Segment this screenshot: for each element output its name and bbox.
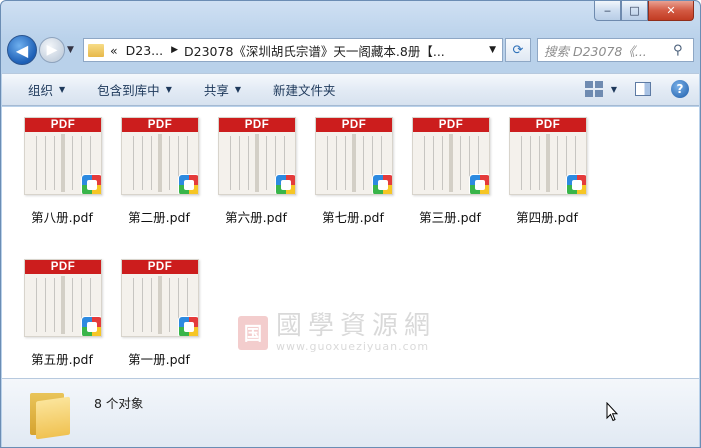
item-count: 8 个对象 bbox=[94, 396, 144, 411]
pdf-label: PDF bbox=[122, 118, 198, 132]
file-name: 第一册.pdf bbox=[128, 352, 190, 367]
file-name: 第五册.pdf bbox=[31, 352, 93, 367]
pdf-thumbnail: PDF bbox=[121, 117, 199, 195]
file-item[interactable]: PDF 第八册.pdf bbox=[16, 107, 108, 225]
close-button[interactable]: ✕ bbox=[648, 1, 694, 21]
refresh-icon: ⟳ bbox=[512, 42, 524, 58]
pdf-reader-icon bbox=[178, 174, 198, 194]
help-button[interactable]: ? bbox=[671, 80, 689, 98]
pdf-label: PDF bbox=[25, 118, 101, 132]
pdf-thumbnail: PDF bbox=[121, 259, 199, 337]
pdf-label: PDF bbox=[122, 260, 198, 274]
file-name: 第四册.pdf bbox=[516, 210, 578, 225]
preview-pane-icon[interactable] bbox=[635, 82, 651, 96]
pdf-label: PDF bbox=[510, 118, 586, 132]
refresh-button[interactable]: ⟳ bbox=[505, 38, 531, 62]
pdf-thumbnail: PDF bbox=[315, 117, 393, 195]
explorer-window: ‒ □ ✕ ◀ ▶ ▼ « D23... ▶ D23078《深圳胡氏宗谱》天一阁… bbox=[0, 0, 701, 448]
pdf-reader-icon bbox=[372, 174, 392, 194]
details-pane: 8 个对象 bbox=[2, 378, 699, 447]
pdf-reader-icon bbox=[566, 174, 586, 194]
minimize-button[interactable]: ‒ bbox=[594, 1, 621, 21]
chevron-down-icon: ▼ bbox=[234, 85, 242, 94]
recent-pages-dropdown[interactable]: ▼ bbox=[67, 45, 79, 55]
back-button[interactable]: ◀ bbox=[7, 35, 37, 65]
organize-menu[interactable]: 组织 ▼ bbox=[28, 80, 65, 99]
pdf-thumbnail: PDF bbox=[412, 117, 490, 195]
new-folder-label: 新建文件夹 bbox=[273, 83, 336, 98]
file-item[interactable]: PDF 第二册.pdf bbox=[113, 107, 205, 225]
organize-label: 组织 bbox=[28, 83, 54, 98]
pdf-label: PDF bbox=[316, 118, 392, 132]
chevron-down-icon: ▼ bbox=[165, 85, 172, 94]
file-name: 第八册.pdf bbox=[31, 210, 93, 225]
breadcrumb-item-parent[interactable]: D23... bbox=[126, 43, 163, 58]
forward-button[interactable]: ▶ bbox=[39, 37, 65, 63]
pdf-reader-icon bbox=[469, 174, 489, 194]
folder-icon bbox=[30, 389, 72, 440]
watermark-seal: 国 bbox=[238, 315, 268, 350]
back-arrow-icon: ◀ bbox=[15, 40, 29, 60]
file-item[interactable]: PDF 第一册.pdf bbox=[113, 249, 205, 367]
watermark-url: www.guoxueziyuan.com bbox=[276, 340, 430, 353]
include-in-library-label: 包含到库中 bbox=[97, 83, 160, 98]
window-controls: ‒ □ ✕ bbox=[594, 1, 694, 21]
pdf-reader-icon bbox=[275, 174, 295, 194]
view-options-dropdown-icon[interactable]: ▼ bbox=[611, 85, 617, 94]
file-item[interactable]: PDF 第五册.pdf bbox=[16, 249, 108, 367]
navigation-bar: ◀ ▶ ▼ « D23... ▶ D23078《深圳胡氏宗谱》天一阁藏本.8册【… bbox=[7, 33, 694, 67]
pdf-label: PDF bbox=[413, 118, 489, 132]
pdf-thumbnail: PDF bbox=[509, 117, 587, 195]
pdf-reader-icon bbox=[81, 316, 101, 336]
forward-arrow-icon: ▶ bbox=[46, 42, 58, 58]
view-controls: ▼ ? bbox=[584, 80, 689, 98]
address-dropdown-icon[interactable]: ▼ bbox=[489, 45, 496, 55]
search-box[interactable]: 搜索 D23078《... ⚲ bbox=[537, 38, 694, 62]
pdf-label: PDF bbox=[219, 118, 295, 132]
pdf-thumbnail: PDF bbox=[218, 117, 296, 195]
include-in-library-menu[interactable]: 包含到库中 ▼ bbox=[97, 80, 172, 99]
share-label: 共享 bbox=[203, 83, 229, 98]
search-icon[interactable]: ⚲ bbox=[673, 43, 693, 58]
pdf-thumbnail: PDF bbox=[24, 259, 102, 337]
address-bar[interactable]: « D23... ▶ D23078《深圳胡氏宗谱》天一阁藏本.8册【... ▼ bbox=[83, 38, 503, 62]
file-name: 第六册.pdf bbox=[225, 210, 287, 225]
file-item[interactable]: PDF 第七册.pdf bbox=[307, 107, 399, 225]
file-item[interactable]: PDF 第六册.pdf bbox=[210, 107, 302, 225]
maximize-button[interactable]: □ bbox=[621, 1, 648, 21]
chevron-down-icon: ▼ bbox=[59, 85, 66, 94]
breadcrumb-item-current[interactable]: D23078《深圳胡氏宗谱》天一阁藏本.8册【... bbox=[184, 41, 445, 60]
file-name: 第七册.pdf bbox=[322, 210, 384, 225]
new-folder-button[interactable]: 新建文件夹 bbox=[273, 80, 336, 99]
share-menu[interactable]: 共享 ▼ bbox=[204, 80, 241, 99]
search-input[interactable]: 搜索 D23078《... bbox=[544, 41, 673, 60]
file-item[interactable]: PDF 第四册.pdf bbox=[501, 107, 593, 225]
breadcrumb-separator-icon[interactable]: ▶ bbox=[171, 45, 178, 55]
breadcrumb-overflow[interactable]: « bbox=[110, 43, 118, 58]
watermark: 国 國學資源網 www.guoxueziyuan.com bbox=[238, 312, 436, 353]
pdf-reader-icon bbox=[178, 316, 198, 336]
watermark-text: 國學資源網 bbox=[276, 311, 437, 341]
pdf-reader-icon bbox=[81, 174, 101, 194]
command-bar: 组织 ▼ 包含到库中 ▼ 共享 ▼ 新建文件夹 ▼ ? bbox=[2, 73, 699, 106]
pdf-thumbnail: PDF bbox=[24, 117, 102, 195]
file-name: 第三册.pdf bbox=[419, 210, 481, 225]
file-item[interactable]: PDF 第三册.pdf bbox=[404, 107, 496, 225]
change-view-icon[interactable] bbox=[584, 81, 603, 97]
pdf-label: PDF bbox=[25, 260, 101, 274]
file-name: 第二册.pdf bbox=[128, 210, 190, 225]
folder-icon bbox=[88, 43, 104, 57]
file-list[interactable]: PDF 第八册.pdf PDF 第二册.pdf PDF 第六册.pdf PDF … bbox=[2, 107, 699, 378]
